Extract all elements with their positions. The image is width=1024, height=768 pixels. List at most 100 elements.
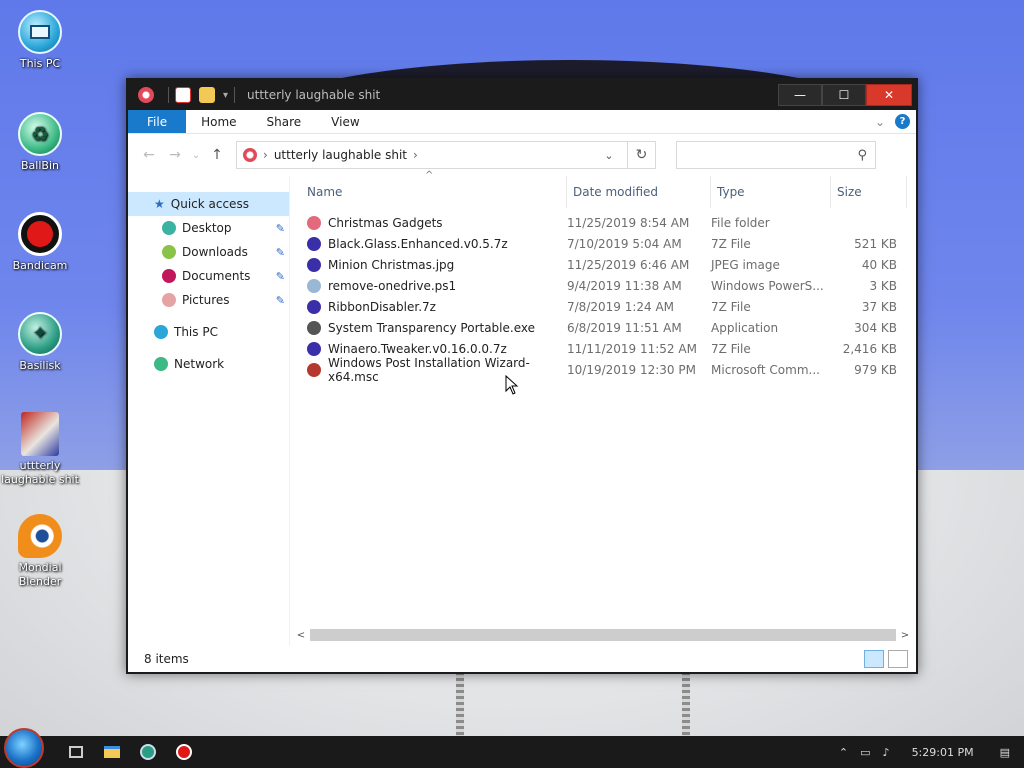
blender-icon — [18, 514, 62, 558]
minimize-button[interactable]: — — [778, 84, 822, 106]
file-type: Microsoft Comm... — [711, 362, 820, 377]
sort-ascending-icon: ^ — [425, 170, 434, 181]
file-row[interactable]: RibbonDisabler.7z 7/8/2019 1:24 AM 7Z File… — [290, 296, 916, 317]
nav-label: Quick access — [170, 197, 249, 211]
volume-icon[interactable]: ♪ — [883, 746, 890, 759]
nav-network[interactable]: Network — [128, 352, 289, 376]
file-size: 37 KB — [861, 299, 897, 314]
desktop-icon-this-pc[interactable]: This PC — [0, 10, 80, 71]
nav-this-pc[interactable]: This PC — [128, 320, 289, 344]
window-app-icon — [138, 87, 154, 103]
address-bar[interactable]: › uttterly laughable shit › ⌄ ↻ — [236, 141, 656, 169]
scroll-thumb[interactable] — [310, 629, 896, 641]
item-count: 8 items — [144, 652, 189, 666]
pin-icon[interactable]: ✎ — [276, 270, 285, 283]
large-icons-view-icon[interactable] — [888, 650, 908, 668]
file-type: JPEG image — [711, 257, 780, 272]
nav-documents[interactable]: Documents ✎ — [128, 264, 289, 288]
file-name-cell: Winaero.Tweaker.v0.16.0.0.7z — [307, 341, 567, 356]
search-icon: ⚲ — [857, 147, 867, 163]
nav-downloads[interactable]: Downloads ✎ — [128, 240, 289, 264]
tab-file[interactable]: File — [128, 110, 187, 133]
pin-icon[interactable]: ✎ — [276, 222, 285, 235]
mouse-cursor-icon — [505, 375, 519, 395]
help-icon[interactable]: ? — [895, 114, 910, 129]
column-header-type[interactable]: Type — [711, 176, 831, 208]
column-header-size[interactable]: Size — [831, 176, 907, 208]
downloads-icon — [162, 245, 176, 259]
file-size: 521 KB — [854, 236, 897, 251]
file-row[interactable]: System Transparency Portable.exe 6/8/2019… — [290, 317, 916, 338]
file-date: 10/19/2019 12:30 PM — [567, 362, 696, 377]
desktop-icon-ballbin[interactable]: ♻ BallBin — [0, 112, 80, 173]
file-date: 7/8/2019 1:24 AM — [567, 299, 675, 314]
expand-ribbon-icon[interactable]: ⌄ — [875, 115, 885, 129]
tray-overflow-icon[interactable]: ⌃ — [839, 746, 848, 759]
file-row[interactable]: remove-onedrive.ps1 9/4/2019 11:38 AM Wind… — [290, 275, 916, 296]
file-explorer-taskbar-icon[interactable] — [94, 736, 130, 768]
tab-view[interactable]: View — [316, 110, 374, 133]
file-row[interactable]: Black.Glass.Enhanced.v0.5.7z 7/10/2019 5:… — [290, 233, 916, 254]
file-row[interactable]: Windows Post Installation Wizard-x64.msc… — [290, 356, 916, 384]
breadcrumb-separator[interactable]: › — [263, 148, 268, 162]
file-row[interactable]: Christmas Gadgets 11/25/2019 8:54 AM File … — [290, 212, 916, 233]
title-bar[interactable]: ▾ uttterly laughable shit — ☐ ✕ — [128, 80, 916, 110]
this-pc-icon — [18, 10, 62, 54]
bandicam-taskbar-icon[interactable] — [166, 736, 202, 768]
file-size: 979 KB — [854, 362, 897, 377]
scroll-right-icon[interactable]: > — [898, 630, 912, 641]
close-button[interactable]: ✕ — [866, 84, 912, 106]
column-headers: ^ Name Date modified Type Size — [290, 170, 916, 208]
basilisk-icon: ✦ — [18, 312, 62, 356]
clock[interactable]: 5:29:01 PM — [912, 746, 974, 759]
breadcrumb-folder[interactable]: uttterly laughable shit — [274, 148, 407, 162]
desktop-icon-label: Mondial Blender — [18, 561, 62, 588]
network-tray-icon[interactable]: ▭ — [860, 746, 870, 759]
column-header-name[interactable]: Name — [307, 176, 567, 208]
desktop-icon-bandicam[interactable]: Bandicam — [0, 212, 80, 273]
file-row[interactable]: Minion Christmas.jpg 11/25/2019 6:46 AM JP… — [290, 254, 916, 275]
file-date: 11/25/2019 6:46 AM — [567, 257, 690, 272]
nav-pictures[interactable]: Pictures ✎ — [128, 288, 289, 312]
file-type-icon — [307, 278, 321, 293]
properties-icon[interactable] — [175, 87, 191, 103]
maximize-button[interactable]: ☐ — [822, 84, 866, 106]
notifications-icon[interactable]: ▤ — [1000, 746, 1010, 759]
horizontal-scrollbar[interactable]: < > — [294, 628, 912, 642]
file-name-cell: RibbonDisabler.7z — [307, 299, 567, 314]
file-size: 40 KB — [861, 257, 897, 272]
nav-quick-access[interactable]: ★ Quick access — [128, 192, 289, 216]
new-folder-icon[interactable] — [199, 87, 215, 103]
desktop-icon-label: Bandicam — [12, 259, 68, 272]
back-button[interactable]: ← — [138, 147, 160, 163]
start-button[interactable] — [4, 728, 44, 768]
pin-icon[interactable]: ✎ — [276, 294, 285, 307]
forward-button[interactable]: → — [164, 147, 186, 163]
breadcrumb-separator[interactable]: › — [413, 148, 418, 162]
column-header-date[interactable]: Date modified — [567, 176, 711, 208]
recycle-bin-icon: ♻ — [18, 112, 62, 156]
task-view-icon[interactable] — [58, 736, 94, 768]
file-date: 9/4/2019 11:38 AM — [567, 278, 682, 293]
desktop-icon-blender[interactable]: Mondial Blender — [0, 514, 80, 589]
this-pc-small-icon — [154, 325, 168, 339]
desktop-icon-label: Basilisk — [19, 359, 61, 372]
desktop-icon-basilisk[interactable]: ✦ Basilisk — [0, 312, 80, 373]
file-date: 6/8/2019 11:51 AM — [567, 320, 682, 335]
nav-label: Downloads — [182, 245, 248, 259]
search-box[interactable]: ⚲ — [676, 141, 876, 169]
tab-share[interactable]: Share — [252, 110, 317, 133]
refresh-icon[interactable]: ↻ — [627, 142, 655, 168]
recent-locations-button[interactable]: ⌄ — [190, 150, 202, 161]
up-button[interactable]: ↑ — [206, 147, 228, 163]
pin-icon[interactable]: ✎ — [276, 246, 285, 259]
desktop-icon-folder-shortcut[interactable]: uttterly laughable shit — [0, 412, 80, 487]
details-view-icon[interactable] — [864, 650, 884, 668]
basilisk-taskbar-icon[interactable] — [130, 736, 166, 768]
scroll-left-icon[interactable]: < — [294, 630, 308, 641]
file-type: File folder — [711, 215, 770, 230]
qat-dropdown-icon[interactable]: ▾ — [223, 90, 228, 101]
nav-desktop[interactable]: Desktop ✎ — [128, 216, 289, 240]
address-dropdown-icon[interactable]: ⌄ — [597, 142, 621, 168]
tab-home[interactable]: Home — [186, 110, 251, 133]
